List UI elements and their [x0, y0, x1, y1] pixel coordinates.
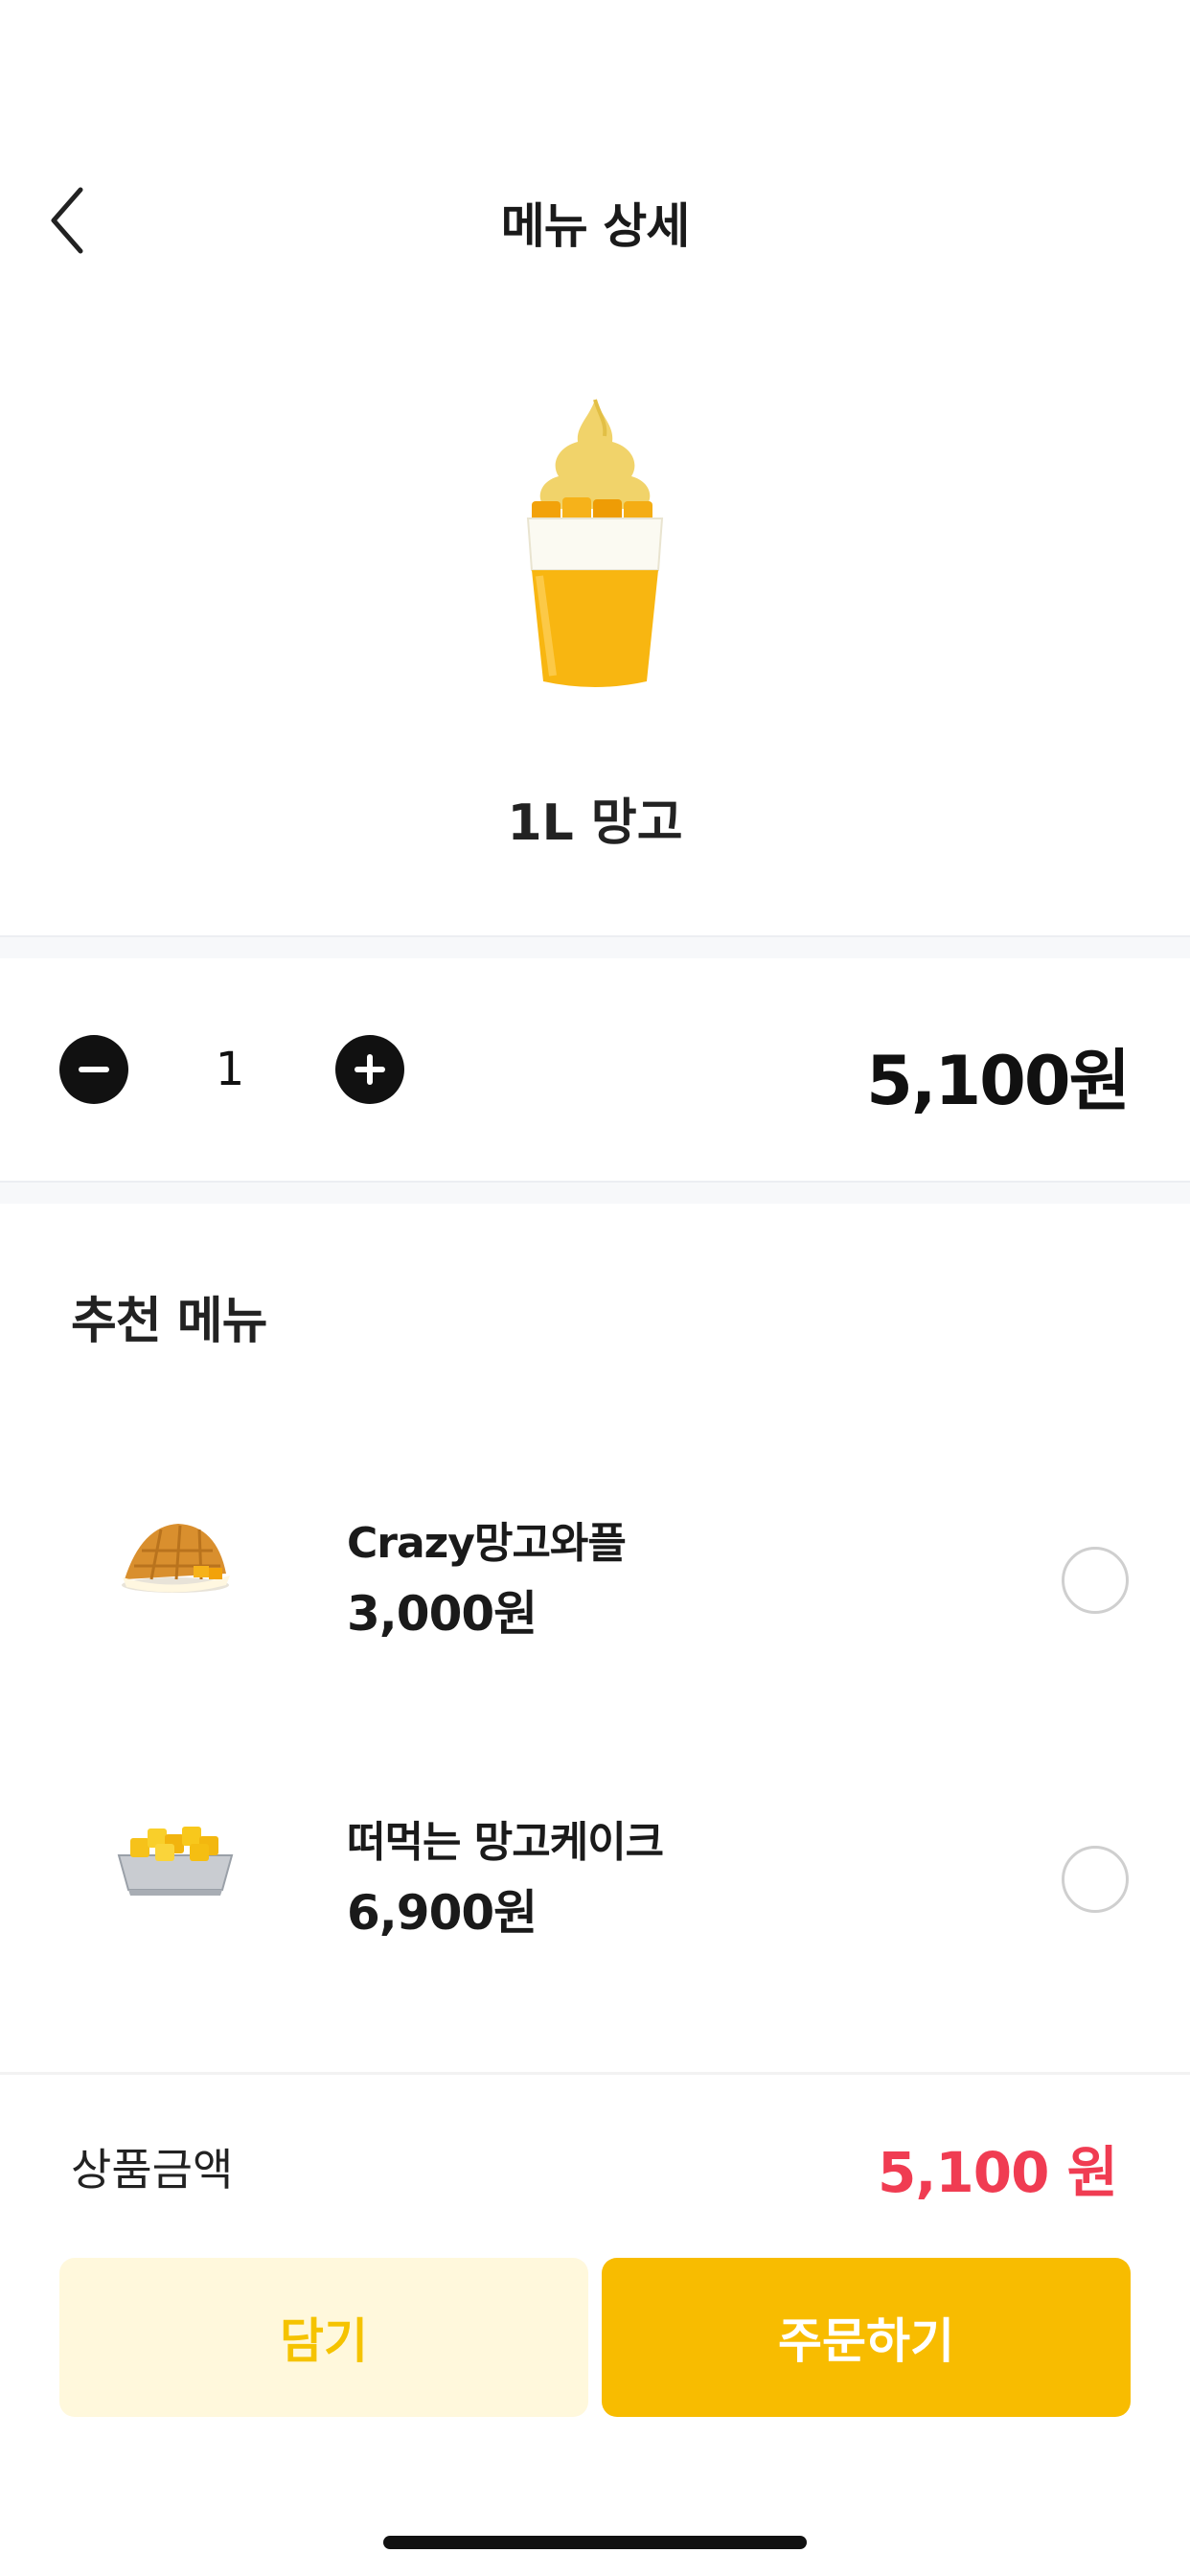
section-title-recommended: 추천 메뉴: [71, 1293, 267, 1350]
rec-item-image: [113, 1806, 238, 1901]
divider: [0, 935, 1190, 958]
increase-quantity-button[interactable]: [335, 1035, 404, 1104]
quantity-value: 1: [215, 1043, 245, 1096]
order-button[interactable]: 주문하기: [602, 2258, 1131, 2417]
rec-item-name: Crazy망고와플: [347, 1519, 627, 1568]
add-to-cart-button[interactable]: 담기: [59, 2258, 588, 2417]
rec-item-select-radio[interactable]: [1062, 1547, 1129, 1614]
item-price: 5,100원: [866, 1042, 1131, 1120]
rec-item-name: 떠먹는 망고케이크: [347, 1818, 664, 1867]
rec-item-select-radio[interactable]: [1062, 1846, 1129, 1913]
decrease-quantity-button[interactable]: [59, 1035, 128, 1104]
footer-divider: [0, 2072, 1190, 2075]
rec-item-image: [113, 1506, 238, 1602]
recommended-item[interactable]: 떠먹는 망고케이크 6,900원: [0, 1758, 1190, 1949]
total-price: 5,100 원: [877, 2140, 1118, 2205]
product-image: [490, 388, 700, 695]
plus-circle-icon: [355, 1054, 385, 1085]
product-name: 1L 망고: [507, 794, 683, 852]
header: 메뉴 상세: [0, 163, 1190, 278]
quantity-row: 1 5,100원: [0, 958, 1190, 1181]
recommended-item[interactable]: Crazy망고와플 3,000원: [0, 1459, 1190, 1650]
page-title: 메뉴 상세: [500, 198, 690, 254]
minus-circle-icon: [79, 1067, 109, 1072]
divider: [0, 1181, 1190, 1204]
total-label: 상품금액: [71, 2144, 234, 2196]
rec-item-price: 3,000원: [347, 1586, 538, 1642]
rec-item-price: 6,900원: [347, 1885, 538, 1941]
home-indicator: [383, 2536, 807, 2549]
